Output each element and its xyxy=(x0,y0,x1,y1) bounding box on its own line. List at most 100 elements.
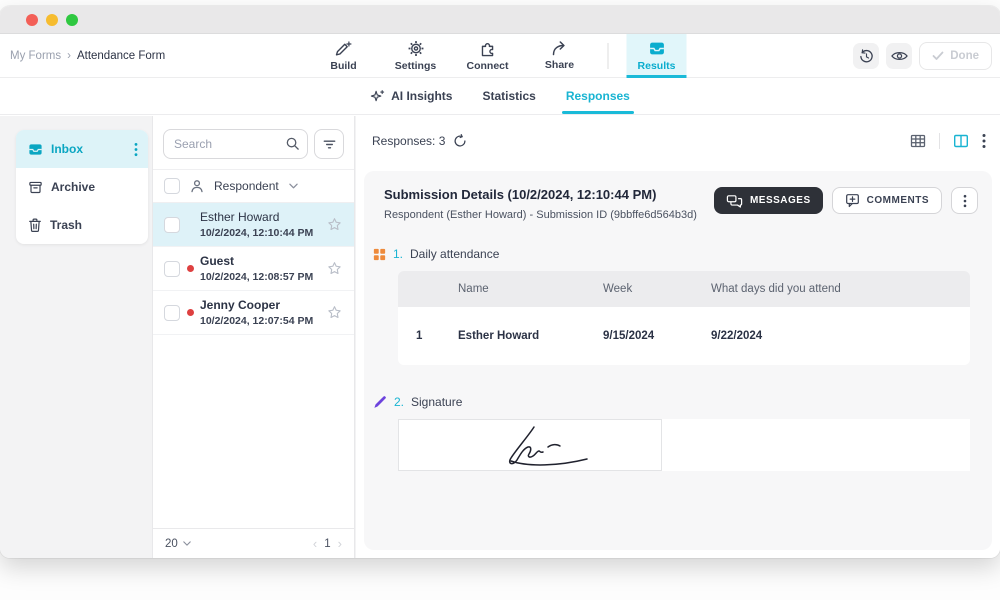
more-options-kebab-icon[interactable] xyxy=(982,133,986,149)
tab-results[interactable]: Results xyxy=(627,34,687,78)
question-2-label: Signature xyxy=(411,395,462,409)
table-header-days: What days did you attend xyxy=(711,283,970,295)
breadcrumb-my-forms[interactable]: My Forms xyxy=(10,50,61,62)
sidebar-item-trash[interactable]: Trash xyxy=(16,206,148,244)
list-pagination: 20 ‹ 1 › xyxy=(153,528,354,558)
table-cell-name: Esther Howard xyxy=(458,330,603,342)
breadcrumb: My Forms › Attendance Form xyxy=(10,34,165,78)
revision-history-button[interactable] xyxy=(853,43,879,69)
sidebar-item-archive[interactable]: Archive xyxy=(16,168,148,206)
submission-options-button[interactable] xyxy=(951,187,978,214)
minimize-window-icon[interactable] xyxy=(46,14,58,26)
row-checkbox[interactable] xyxy=(164,261,180,277)
submission-date: 10/2/2024, 12:10:44 PM xyxy=(200,227,323,239)
messages-button[interactable]: MESSAGES xyxy=(714,187,823,214)
comments-button[interactable]: COMMENTS xyxy=(832,187,942,214)
puzzle-icon xyxy=(479,40,496,57)
refresh-icon[interactable] xyxy=(453,134,467,148)
star-icon[interactable] xyxy=(327,261,342,276)
submission-date: 10/2/2024, 12:08:57 PM xyxy=(200,271,323,283)
share-arrow-icon xyxy=(551,41,569,56)
chevron-down-icon xyxy=(183,541,191,546)
pen-icon xyxy=(373,395,387,409)
row-checkbox[interactable] xyxy=(164,217,180,233)
close-window-icon[interactable] xyxy=(26,14,38,26)
respondent-column-label[interactable]: Respondent xyxy=(214,179,279,193)
next-page-icon[interactable]: › xyxy=(338,536,342,551)
question-1-number: 1. xyxy=(393,247,403,261)
preview-button[interactable] xyxy=(886,43,912,69)
attendance-table-header: Name Week What days did you attend xyxy=(398,271,970,307)
submission-title: Submission Details (10/2/2024, 12:10:44 … xyxy=(384,187,697,202)
current-page: 1 xyxy=(324,538,330,550)
view-toggles xyxy=(910,133,986,149)
tab-settings[interactable]: Settings xyxy=(386,34,446,78)
signature-answer xyxy=(398,419,970,471)
respondent-name: Esther Howard xyxy=(200,210,323,224)
subnav-ai-insights[interactable]: AI Insights xyxy=(370,78,452,114)
submission-header-text: Submission Details (10/2/2024, 12:10:44 … xyxy=(384,187,697,221)
done-button[interactable]: Done xyxy=(919,42,992,70)
input-table-icon xyxy=(373,248,386,261)
subnav-ai-insights-label: AI Insights xyxy=(391,89,452,103)
list-item-guest[interactable]: Guest 10/2/2024, 12:08:57 PM xyxy=(153,247,354,291)
sidebar-item-inbox[interactable]: Inbox xyxy=(16,130,148,168)
select-all-checkbox[interactable] xyxy=(164,178,180,194)
submission-rows: Esther Howard 10/2/2024, 12:10:44 PM Gue… xyxy=(153,203,354,335)
tab-share-label: Share xyxy=(545,59,574,71)
kebab-icon xyxy=(963,194,967,208)
chevron-down-icon[interactable] xyxy=(289,183,298,189)
maximize-window-icon[interactable] xyxy=(66,14,78,26)
search-icon xyxy=(285,136,300,151)
tab-settings-label: Settings xyxy=(395,60,436,72)
row-text: Jenny Cooper 10/2/2024, 12:07:54 PM xyxy=(200,298,323,327)
unread-dot-slot xyxy=(180,309,200,316)
star-icon[interactable] xyxy=(327,305,342,320)
split-view-icon[interactable] xyxy=(953,133,969,149)
star-icon[interactable] xyxy=(327,217,342,232)
tab-build[interactable]: Build xyxy=(314,34,374,78)
sidebar-item-inbox-label: Inbox xyxy=(51,142,83,156)
tab-divider xyxy=(608,43,609,69)
responses-count: Responses: 3 xyxy=(372,134,445,148)
row-checkbox[interactable] xyxy=(164,305,180,321)
main-nav-tabs: Build Settings xyxy=(308,34,693,78)
trash-icon xyxy=(28,218,42,233)
subnav-statistics[interactable]: Statistics xyxy=(482,78,535,114)
done-button-label: Done xyxy=(950,50,979,62)
submission-header: Submission Details (10/2/2024, 12:10:44 … xyxy=(384,187,978,221)
content-area: Inbox Archive xyxy=(0,116,1000,558)
list-searchbar xyxy=(153,116,354,169)
filter-icon xyxy=(322,137,337,152)
table-header-week: Week xyxy=(603,283,711,295)
tab-connect[interactable]: Connect xyxy=(458,34,518,78)
window-titlebar xyxy=(0,6,1000,34)
breadcrumb-separator: › xyxy=(67,50,71,62)
list-column-header: Respondent xyxy=(153,169,354,203)
page-size-dropdown[interactable]: 20 xyxy=(165,538,191,550)
subnav-statistics-label: Statistics xyxy=(482,89,535,103)
inbox-tray-icon xyxy=(648,40,665,57)
attendance-table-row: 1 Esther Howard 9/15/2024 9/22/2024 xyxy=(398,307,970,365)
filter-button[interactable] xyxy=(314,129,344,159)
unread-dot xyxy=(187,309,194,316)
prev-page-icon[interactable]: ‹ xyxy=(313,536,317,551)
sparkle-icon xyxy=(370,89,385,104)
row-text: Guest 10/2/2024, 12:08:57 PM xyxy=(200,254,323,283)
respondent-name: Guest xyxy=(200,254,323,268)
header-actions: Done xyxy=(853,34,992,78)
tab-build-label: Build xyxy=(330,60,356,72)
row-text: Esther Howard 10/2/2024, 12:10:44 PM xyxy=(200,210,323,239)
list-item-jenny-cooper[interactable]: Jenny Cooper 10/2/2024, 12:07:54 PM xyxy=(153,291,354,335)
folders-sidebar: Inbox Archive xyxy=(16,130,148,244)
table-view-icon[interactable] xyxy=(910,133,926,149)
signature-stroke xyxy=(399,420,661,470)
tab-share[interactable]: Share xyxy=(530,34,590,78)
subnav-responses[interactable]: Responses xyxy=(566,78,630,114)
toolbar-divider xyxy=(939,133,940,149)
submission-date: 10/2/2024, 12:07:54 PM xyxy=(200,315,323,327)
list-item-esther-howard[interactable]: Esther Howard 10/2/2024, 12:10:44 PM xyxy=(153,203,354,247)
question-2: 2. Signature xyxy=(373,395,984,409)
inbox-options-kebab-icon[interactable] xyxy=(134,142,138,157)
signature-image xyxy=(398,419,662,471)
